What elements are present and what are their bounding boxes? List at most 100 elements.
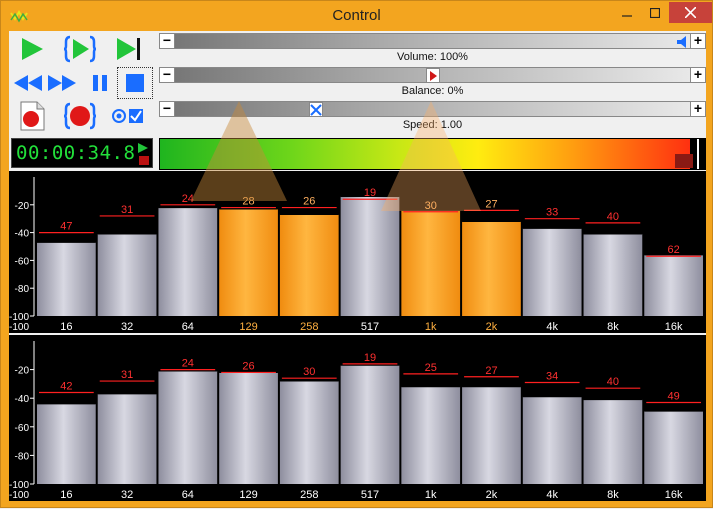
- fast-forward-icon: [48, 75, 76, 91]
- peak-label: 24: [182, 358, 194, 370]
- peak-label: 27: [485, 198, 497, 210]
- bar: [279, 214, 339, 316]
- client-area: − + Volume: 100% − + Balance: 0% − + Spe…: [9, 31, 706, 501]
- stop-button[interactable]: [117, 67, 153, 99]
- x-tick-label: 517: [361, 321, 379, 333]
- spectrum-chart-bottom-svg: -20 -40 -60 -80 -100 42 16 31 32 24 64 26 129 30 258 19…: [9, 341, 703, 501]
- bar: [583, 233, 643, 316]
- volume-track[interactable]: [175, 33, 690, 49]
- loop-play-button[interactable]: [61, 34, 99, 64]
- x-tick-label: 258: [300, 489, 318, 501]
- speed-slider[interactable]: − +: [159, 101, 706, 117]
- volume-label: Volume: 100%: [397, 51, 468, 63]
- time-display: 00:00:34.8: [11, 138, 153, 168]
- speed-thumb[interactable]: [308, 102, 323, 117]
- balance-increase-button[interactable]: +: [690, 67, 706, 83]
- speed-increase-button[interactable]: +: [690, 101, 706, 117]
- bar: [522, 396, 582, 484]
- y-tick-label: -20: [15, 366, 30, 377]
- volume-thumb[interactable]: [676, 34, 690, 49]
- volume-decrease-button[interactable]: −: [159, 33, 175, 49]
- record-indicator-icon: [139, 156, 149, 165]
- play-to-end-button[interactable]: [109, 34, 147, 64]
- x-tick-label: 517: [361, 489, 379, 501]
- play-button[interactable]: [13, 34, 51, 64]
- y-tick-label: -80: [15, 284, 30, 295]
- play-indicator-icon: [138, 143, 148, 153]
- peak-label: 42: [60, 380, 72, 392]
- new-recording-button[interactable]: [13, 101, 51, 131]
- rewind-icon: [14, 75, 42, 91]
- peak-label: 24: [182, 193, 194, 205]
- close-button[interactable]: [669, 2, 712, 23]
- level-peak-marker: [697, 139, 699, 169]
- title-bar[interactable]: Control: [1, 1, 712, 31]
- bar: [583, 399, 643, 484]
- elapsed-time: 00:00:34.8: [16, 142, 136, 164]
- peak-label: 33: [546, 207, 558, 219]
- bar: [401, 210, 461, 316]
- peak-label: 47: [60, 221, 72, 233]
- balance-track[interactable]: [175, 67, 690, 83]
- record-options-button[interactable]: [109, 101, 147, 131]
- new-file-icon: [20, 101, 45, 131]
- options-check-icon: [112, 109, 143, 123]
- stop-icon: [126, 74, 144, 92]
- peak-label: 28: [242, 196, 254, 208]
- bar: [340, 365, 400, 484]
- x-tick-label: 4k: [546, 489, 558, 501]
- maximize-button[interactable]: [641, 2, 669, 23]
- peak-label: 49: [668, 390, 680, 402]
- x-tick-label: 1k: [425, 489, 437, 501]
- pause-button[interactable]: [81, 68, 119, 98]
- volume-increase-button[interactable]: +: [690, 33, 706, 49]
- bar: [219, 208, 278, 316]
- peak-label: 26: [242, 360, 254, 372]
- bar: [279, 381, 339, 484]
- play-icon: [22, 38, 43, 60]
- bar: [644, 411, 703, 484]
- bar: [158, 371, 218, 484]
- bar: [37, 242, 96, 316]
- balance-decrease-button[interactable]: −: [159, 67, 175, 83]
- peak-label: 40: [607, 376, 619, 388]
- balance-thumb[interactable]: [425, 68, 440, 83]
- peak-label: 25: [425, 362, 437, 374]
- bar: [219, 372, 278, 484]
- peak-label: 27: [485, 365, 497, 377]
- x-tick-label: 8k: [607, 489, 619, 501]
- x-tick-label: 64: [182, 489, 194, 501]
- maximize-icon: [650, 7, 660, 18]
- balance-marker-icon: [429, 70, 437, 81]
- y-min-label: -100: [9, 490, 29, 501]
- speed-decrease-button[interactable]: −: [159, 101, 175, 117]
- speaker-icon: [677, 35, 686, 48]
- play-to-end-icon: [117, 38, 140, 60]
- y-tick-label: -20: [15, 201, 30, 212]
- bar: [97, 233, 157, 316]
- fast-forward-button[interactable]: [43, 68, 81, 98]
- x-tick-label: 2k: [486, 321, 498, 333]
- minimize-button[interactable]: [613, 2, 641, 23]
- bar: [340, 196, 400, 316]
- level-clip-indicator: [675, 154, 693, 168]
- bar: [462, 386, 521, 484]
- volume-slider[interactable]: − +: [159, 33, 706, 49]
- peak-label: 30: [303, 366, 315, 378]
- spectrum-chart-top-svg: -20 -40 -60 -80 -100 47 16 31 32 24 64 28 129 26 258 19…: [9, 177, 703, 333]
- y-tick-label: -40: [15, 229, 30, 240]
- balance-slider[interactable]: − +: [159, 67, 706, 83]
- speed-track[interactable]: [175, 101, 690, 117]
- x-tick-label: 16k: [665, 489, 683, 501]
- loop-record-button[interactable]: [61, 101, 99, 131]
- x-tick-label: 64: [182, 321, 194, 333]
- peak-label: 62: [668, 244, 680, 256]
- rewind-button[interactable]: [9, 68, 47, 98]
- peak-label: 31: [121, 204, 133, 216]
- x-tick-label: 4k: [546, 321, 558, 333]
- x-tick-label: 16: [60, 489, 72, 501]
- x-tick-label: 8k: [607, 321, 619, 333]
- level-meter-fill: [160, 139, 690, 169]
- speed-marker-icon: [309, 103, 322, 116]
- bar: [97, 393, 157, 484]
